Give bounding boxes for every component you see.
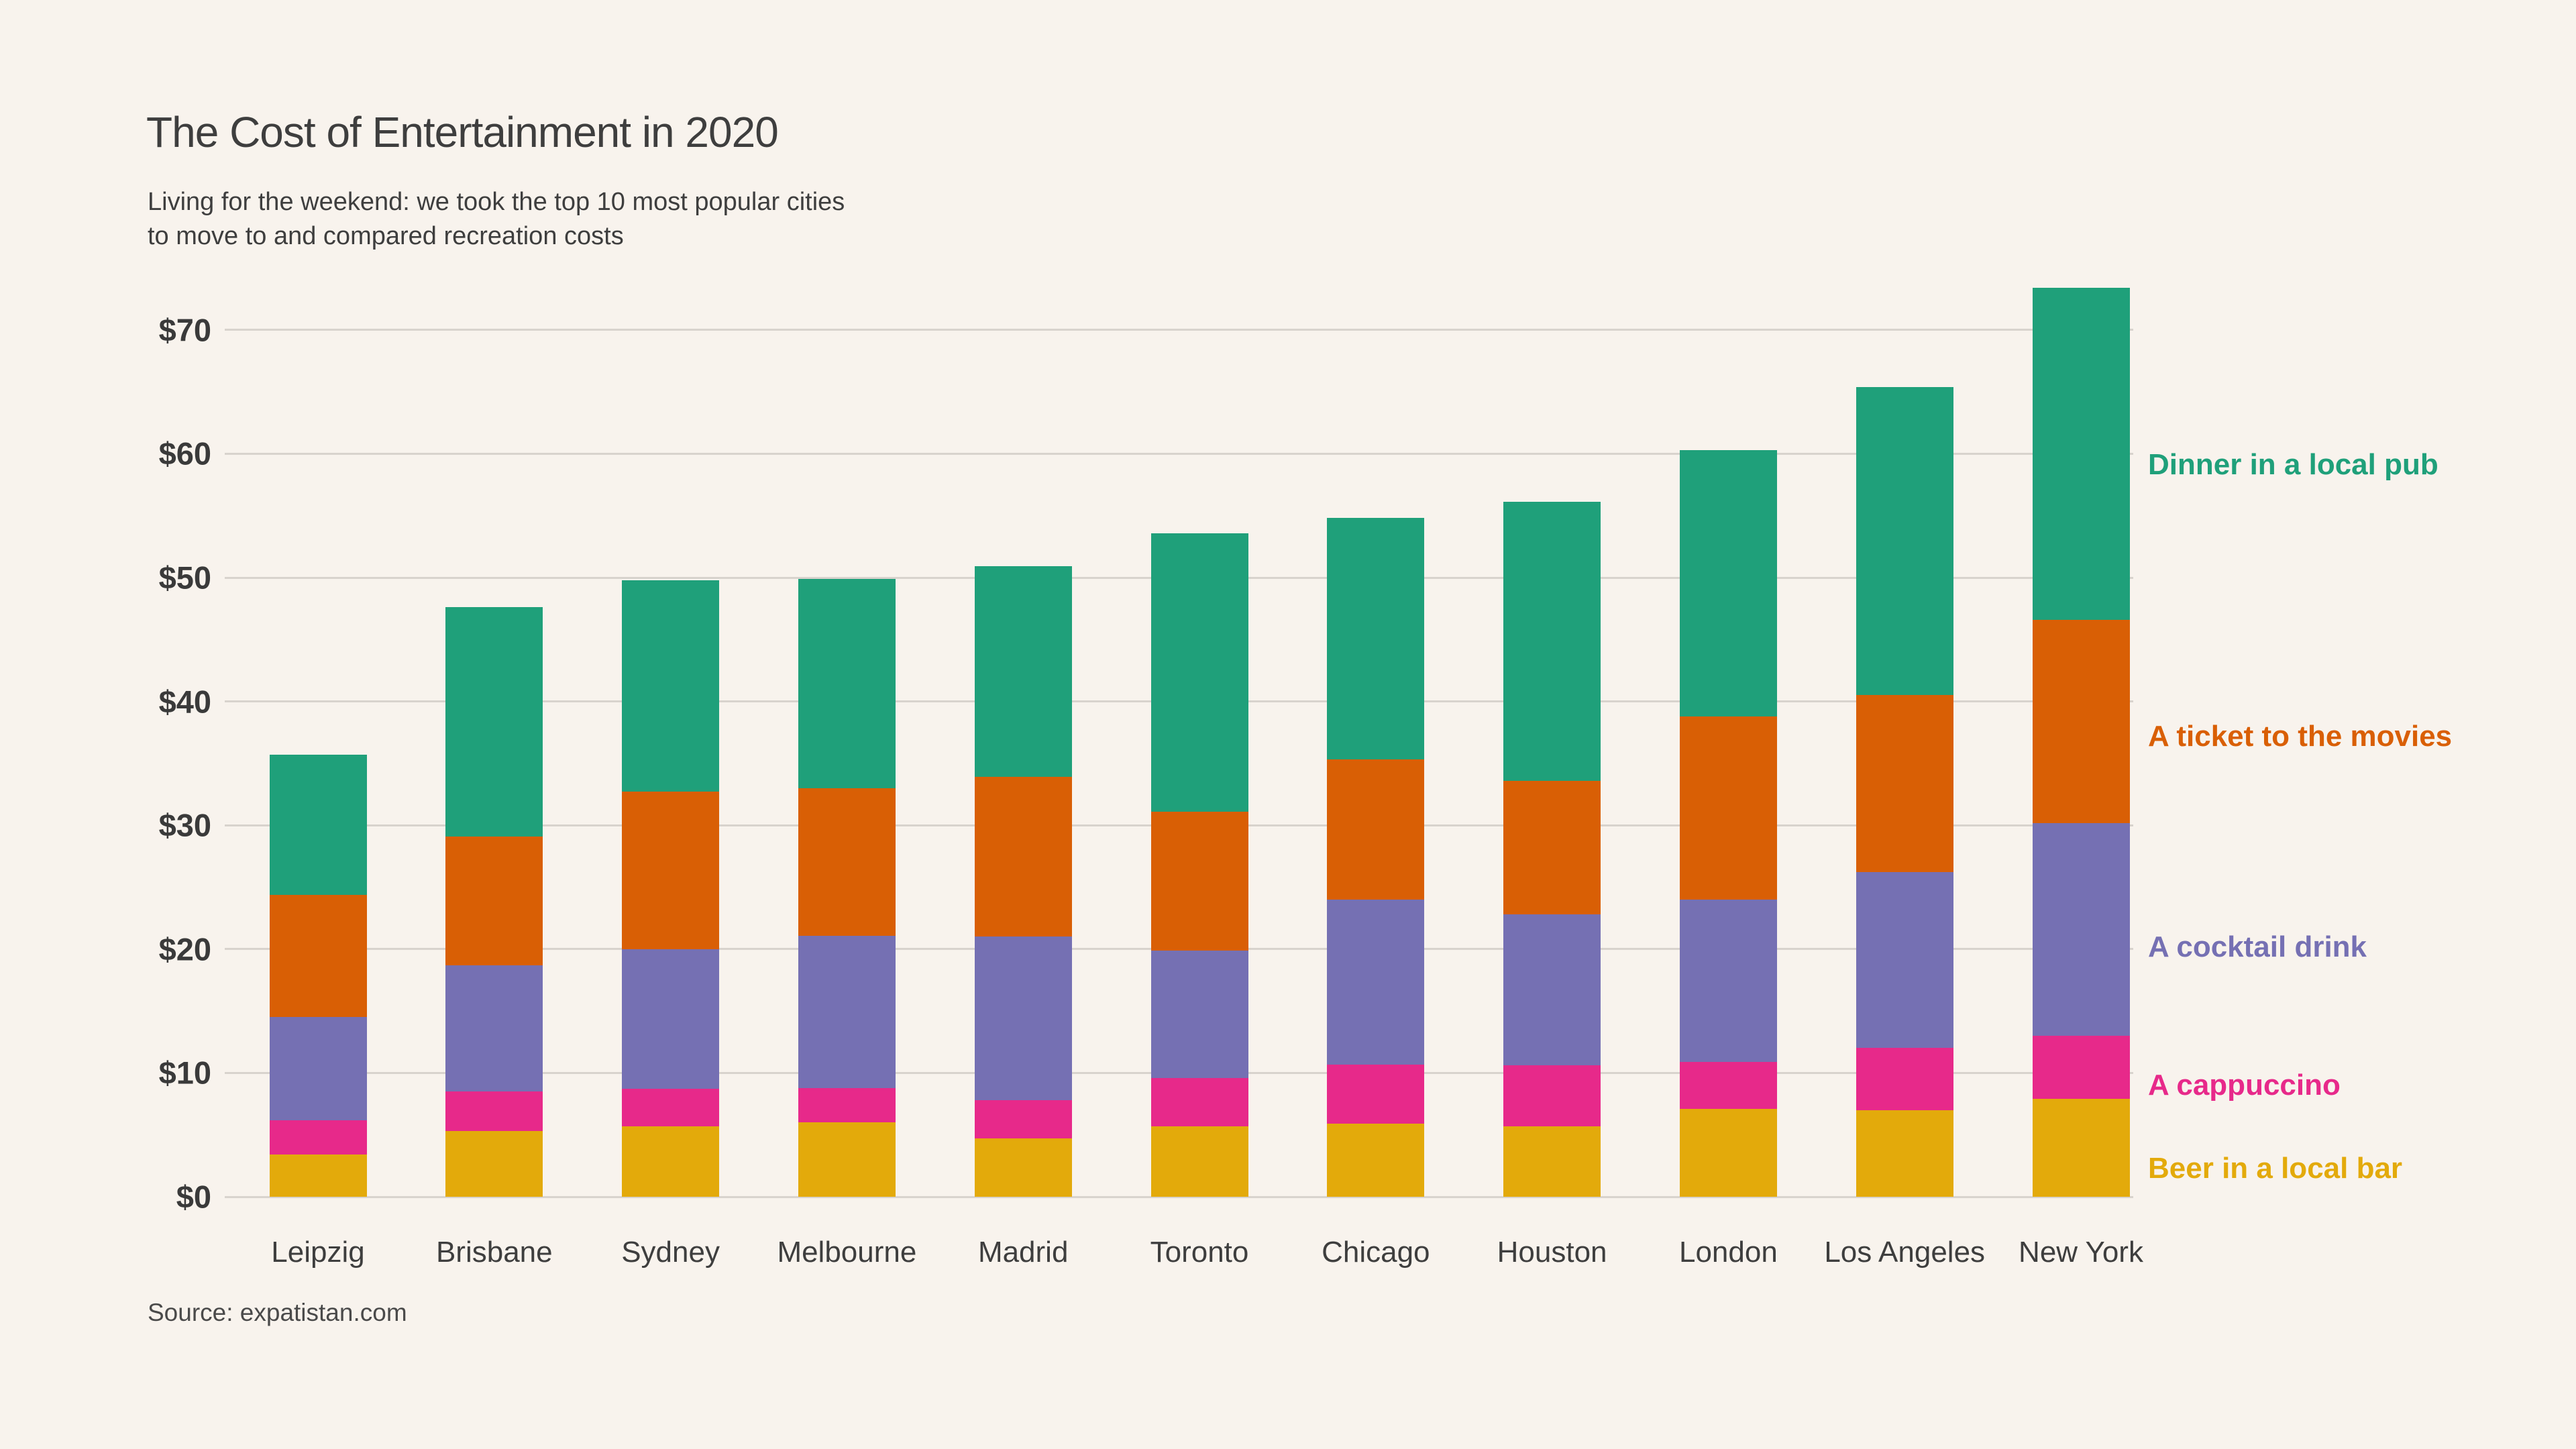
y-axis-tick-label: $10 — [0, 1055, 211, 1091]
bar-segment-beer — [622, 1126, 719, 1197]
bar-segment-beer — [1856, 1110, 1953, 1197]
bar-london — [1680, 450, 1777, 1197]
y-axis-tick-label: $70 — [0, 311, 211, 348]
bar-segment-beer — [1680, 1109, 1777, 1197]
bar-segment-beer — [270, 1155, 367, 1197]
bar-segment-movies — [1856, 695, 1953, 872]
bar-segment-movies — [1680, 716, 1777, 900]
y-axis-tick-label: $40 — [0, 683, 211, 720]
bar-segment-cocktail — [270, 1017, 367, 1120]
gridline-70 — [225, 329, 2133, 331]
bar-segment-beer — [1327, 1124, 1424, 1197]
x-axis-label-london: London — [1679, 1236, 1778, 1269]
legend-label-movies: A ticket to the movies — [2148, 720, 2452, 753]
x-axis-label-brisbane: Brisbane — [436, 1236, 553, 1269]
legend-label-dinner: Dinner in a local pub — [2148, 448, 2438, 482]
bar-segment-dinner — [1151, 533, 1248, 812]
bar-segment-cappuccino — [1856, 1048, 1953, 1110]
source-note: Source: expatistan.com — [148, 1299, 407, 1327]
bar-segment-cappuccino — [2033, 1036, 2130, 1099]
bar-segment-cocktail — [975, 936, 1072, 1100]
bar-segment-cappuccino — [270, 1120, 367, 1155]
bar-segment-movies — [1503, 781, 1601, 914]
bar-segment-dinner — [270, 755, 367, 895]
chart-title: The Cost of Entertainment in 2020 — [146, 107, 778, 157]
bar-segment-cappuccino — [1327, 1065, 1424, 1124]
legend-label-beer: Beer in a local bar — [2148, 1152, 2402, 1185]
bar-madrid — [975, 566, 1072, 1197]
bar-segment-dinner — [1327, 518, 1424, 759]
bar-toronto — [1151, 533, 1248, 1197]
bar-leipzig — [270, 755, 367, 1197]
bar-segment-movies — [1327, 759, 1424, 900]
plot-area — [225, 282, 2133, 1197]
bar-segment-dinner — [1680, 450, 1777, 716]
x-axis-label-los-angeles: Los Angeles — [1824, 1236, 1985, 1269]
bar-segment-dinner — [1856, 387, 1953, 696]
x-axis-label-chicago: Chicago — [1322, 1236, 1430, 1269]
bar-segment-dinner — [445, 607, 543, 837]
bar-houston — [1503, 502, 1601, 1197]
bar-segment-beer — [1151, 1126, 1248, 1197]
bar-segment-beer — [798, 1122, 896, 1197]
legend-label-cappuccino: A cappuccino — [2148, 1069, 2341, 1102]
bar-segment-movies — [445, 837, 543, 965]
chart-subtitle-line2: to move to and compared recreation costs — [148, 219, 845, 254]
bar-melbourne — [798, 579, 896, 1197]
bar-segment-dinner — [798, 579, 896, 788]
bar-segment-dinner — [975, 566, 1072, 777]
bar-new-york — [2033, 288, 2130, 1197]
x-axis-label-new-york: New York — [2019, 1236, 2143, 1269]
bar-segment-movies — [1151, 812, 1248, 951]
x-axis-label-houston: Houston — [1497, 1236, 1607, 1269]
legend-label-cocktail: A cocktail drink — [2148, 930, 2367, 964]
bar-segment-dinner — [622, 580, 719, 792]
bar-segment-cocktail — [445, 965, 543, 1091]
bar-segment-cappuccino — [1503, 1065, 1601, 1126]
y-axis-tick-label: $20 — [0, 930, 211, 967]
bar-segment-cocktail — [2033, 823, 2130, 1036]
bar-segment-beer — [1503, 1126, 1601, 1197]
bar-segment-dinner — [1503, 502, 1601, 780]
y-axis-tick-label: $30 — [0, 807, 211, 844]
bar-segment-cocktail — [1856, 872, 1953, 1048]
bar-segment-beer — [445, 1131, 543, 1197]
bar-segment-cappuccino — [1680, 1062, 1777, 1109]
chart-subtitle: Living for the weekend: we took the top … — [148, 185, 845, 254]
x-axis-label-madrid: Madrid — [978, 1236, 1069, 1269]
x-axis-label-toronto: Toronto — [1150, 1236, 1249, 1269]
y-axis-tick-label: $60 — [0, 435, 211, 472]
bar-segment-movies — [270, 895, 367, 1018]
bar-segment-cappuccino — [798, 1088, 896, 1123]
x-axis-label-leipzig: Leipzig — [271, 1236, 364, 1269]
x-axis-label-melbourne: Melbourne — [777, 1236, 916, 1269]
bar-segment-cocktail — [1680, 900, 1777, 1062]
bar-segment-beer — [975, 1138, 1072, 1197]
bar-segment-cocktail — [1151, 951, 1248, 1078]
bar-segment-movies — [975, 777, 1072, 936]
bar-segment-cocktail — [622, 949, 719, 1089]
chart-subtitle-line1: Living for the weekend: we took the top … — [148, 185, 845, 219]
bar-segment-beer — [2033, 1099, 2130, 1197]
bar-segment-cocktail — [798, 936, 896, 1088]
bar-segment-cocktail — [1327, 900, 1424, 1065]
bar-segment-cappuccino — [1151, 1078, 1248, 1126]
y-axis-tick-label: $50 — [0, 559, 211, 596]
bar-los-angeles — [1856, 387, 1953, 1197]
gridline-60 — [225, 453, 2133, 455]
bar-segment-cocktail — [1503, 914, 1601, 1065]
bar-segment-cappuccino — [622, 1089, 719, 1126]
infographic-canvas: The Cost of Entertainment in 2020 Living… — [0, 0, 2576, 1449]
x-axis-label-sydney: Sydney — [621, 1236, 720, 1269]
bar-segment-movies — [798, 788, 896, 936]
bar-segment-cappuccino — [975, 1100, 1072, 1138]
bar-sydney — [622, 580, 719, 1197]
bar-segment-dinner — [2033, 288, 2130, 620]
bar-segment-cappuccino — [445, 1091, 543, 1131]
bar-chicago — [1327, 518, 1424, 1197]
bar-segment-movies — [2033, 620, 2130, 823]
y-axis-tick-label: $0 — [0, 1179, 211, 1216]
bar-brisbane — [445, 607, 543, 1197]
bar-segment-movies — [622, 792, 719, 949]
